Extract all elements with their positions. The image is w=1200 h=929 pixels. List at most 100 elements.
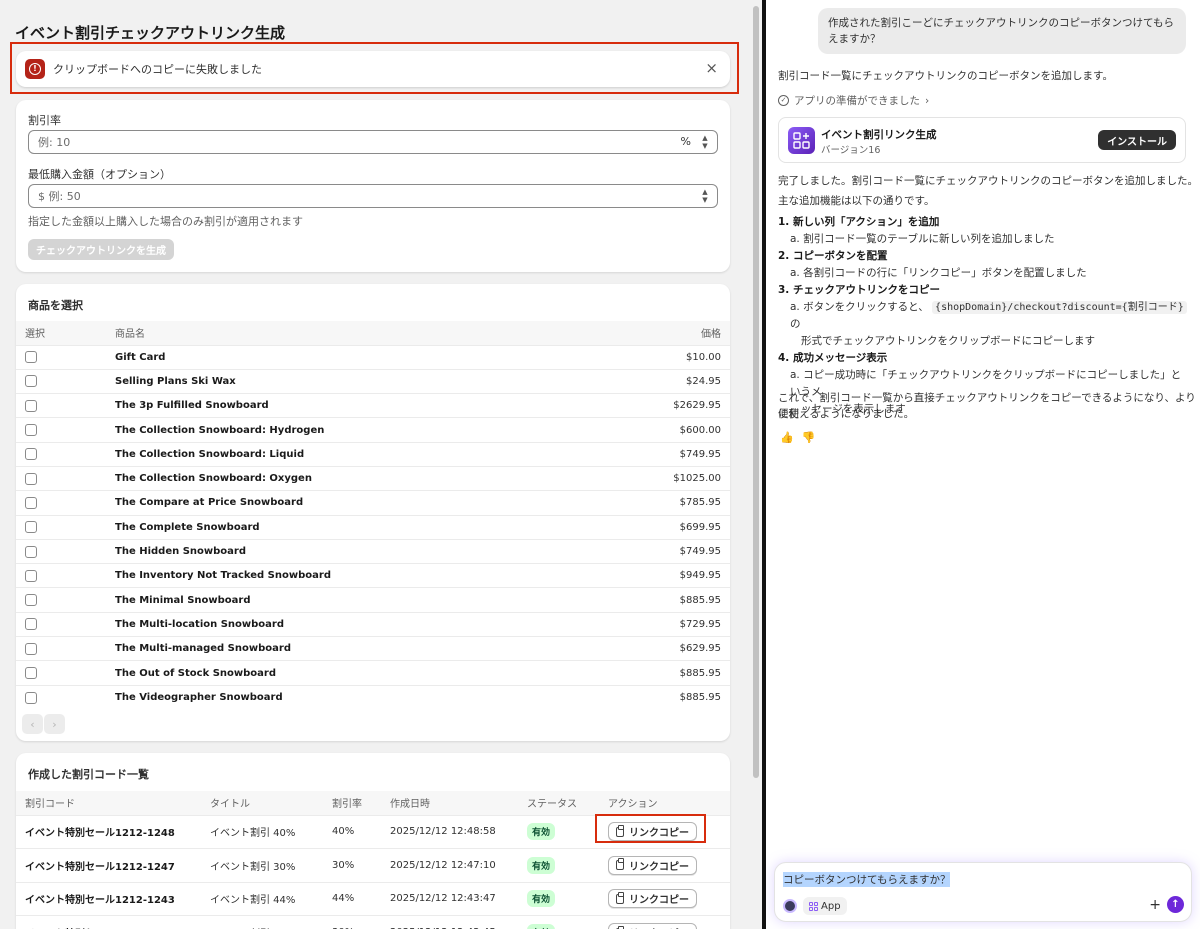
product-checkbox[interactable] — [25, 448, 37, 461]
plus-icon[interactable]: + — [1149, 897, 1161, 913]
generate-button[interactable]: チェックアウトリンクを生成 — [28, 239, 174, 260]
app-pill-button[interactable]: App — [803, 897, 847, 915]
app-pane: イベント割引チェックアウトリンク生成 ! クリップボードへのコピーに失敗しました… — [0, 0, 762, 929]
app-version: バージョン16 — [821, 145, 881, 156]
min-amount-input[interactable]: $ 例: 50 ▲ ▼ — [28, 184, 718, 208]
clipboard-icon — [616, 858, 624, 871]
avatar-icon[interactable] — [783, 899, 797, 913]
status-cell: 有効 — [518, 815, 599, 849]
discount-rate: 30% — [332, 859, 355, 871]
prev-page-button[interactable]: ‹ — [22, 714, 43, 734]
discount-row: イベント特別セール1212-1243 イベント割引 44% 44% 2025/12/1… — [16, 882, 730, 916]
thumbs-up-icon[interactable]: 👍 — [780, 431, 794, 444]
col-status: ステータス — [527, 799, 577, 811]
product-price: $885.95 — [679, 594, 721, 606]
app-ready-status[interactable]: ✓ アプリの準備ができました › — [778, 93, 929, 108]
product-row: The Videographer Snowboard $885.95 — [16, 685, 730, 709]
status-badge: 有効 — [527, 924, 556, 929]
product-name: The Compare at Price Snowboard — [115, 497, 304, 509]
product-select-cell — [16, 345, 106, 369]
step-1-detail: a. 割引コード一覧のテーブルに新しい列を追加しました — [790, 233, 1055, 245]
product-name: The Multi-managed Snowboard — [115, 643, 291, 655]
product-row: The Collection Snowboard: Hydrogen $600.0… — [16, 417, 730, 442]
product-select-cell — [16, 588, 106, 612]
step-4-heading: 4. 成功メッセージ表示 — [778, 352, 888, 364]
product-name: The 3p Fulfilled Snowboard — [115, 400, 269, 412]
rate-input[interactable]: 例: 10 % ▲ ▼ — [28, 130, 718, 154]
copy-link-button[interactable]: リンクコピー — [608, 889, 697, 909]
product-select-cell — [16, 661, 106, 685]
status-cell: 有効 — [518, 916, 599, 929]
product-price: $600.00 — [679, 424, 721, 436]
product-checkbox[interactable] — [25, 594, 37, 607]
product-price: $2629.95 — [673, 400, 721, 412]
send-button[interactable]: ↑ — [1167, 896, 1184, 913]
copy-link-button[interactable]: リンクコピー — [608, 923, 697, 929]
copy-link-button[interactable]: リンクコピー — [608, 855, 697, 875]
user-message: 作成された割引こーどにチェックアウトリンクのコピーボタンつけてもらえますか？ — [818, 8, 1186, 54]
app-pill-label: App — [821, 900, 841, 912]
product-checkbox[interactable] — [25, 375, 37, 388]
product-section-title: 商品を選択 — [28, 299, 83, 312]
rate-suffix: % — [680, 135, 691, 148]
min-amount-stepper[interactable]: ▲ ▼ — [699, 187, 711, 205]
product-price: $749.95 — [679, 546, 721, 558]
discount-row: イベント特別セール1212-1242イベント割引 30%30%2025/12/1… — [16, 915, 730, 929]
product-select-cell — [16, 685, 106, 709]
product-price: $24.95 — [686, 375, 721, 387]
product-price: $885.95 — [679, 692, 721, 704]
product-checkbox[interactable] — [25, 351, 37, 364]
discount-code: イベント特別セール1212-1243 — [25, 895, 175, 907]
composer-tools: App — [783, 897, 847, 915]
min-amount-placeholder: $ 例: 50 — [38, 190, 81, 203]
product-checkbox[interactable] — [25, 399, 37, 412]
next-page-button[interactable]: › — [44, 714, 65, 734]
clipboard-icon — [616, 891, 624, 904]
product-select-cell — [16, 539, 106, 563]
product-select-card: 商品を選択 選択 商品名 価格 Gift Card $10.00 Selling P… — [16, 284, 730, 741]
discount-date: 2025/12/12 12:48:58 — [390, 826, 496, 838]
feedback: 👍 👎 — [780, 431, 815, 444]
composer-input[interactable]: コピーボタンつけてもらえますか？ — [783, 872, 951, 887]
col-date: 作成日時 — [390, 799, 430, 811]
product-checkbox[interactable] — [25, 642, 37, 655]
product-row: The Minimal Snowboard $885.95 — [16, 587, 730, 612]
status-badge: 有効 — [527, 890, 556, 908]
product-checkbox[interactable] — [25, 691, 37, 704]
product-price: $10.00 — [686, 351, 721, 363]
min-amount-help: 指定した金額以上購入した場合のみ割引が適用されます — [28, 215, 303, 228]
chat-composer[interactable]: コピーボタンつけてもらえますか？ App + ↑ — [774, 862, 1192, 922]
discount-code: イベント特別セール1212-1248 — [25, 828, 175, 840]
product-checkbox[interactable] — [25, 521, 37, 534]
col-price: 価格 — [701, 329, 721, 341]
close-icon[interactable]: × — [705, 60, 718, 76]
rate-stepper[interactable]: ▲ ▼ — [699, 133, 711, 151]
product-row: The Collection Snowboard: Liquid $749.95 — [16, 442, 730, 466]
discount-table: 割引コード タイトル 割引率 作成日時 ステータス アクション イベント特別セー… — [16, 791, 730, 929]
product-name: The Collection Snowboard: Hydrogen — [115, 424, 325, 436]
product-checkbox[interactable] — [25, 569, 37, 582]
product-price: $949.95 — [679, 570, 721, 582]
install-button[interactable]: インストール — [1098, 130, 1176, 150]
app-name: イベント割引リンク生成 — [821, 129, 937, 141]
product-name: The Minimal Snowboard — [115, 594, 251, 606]
product-checkbox[interactable] — [25, 618, 37, 631]
product-row: Gift Card $10.00 — [16, 345, 730, 369]
status-badge: 有効 — [527, 856, 556, 874]
product-checkbox[interactable] — [25, 667, 37, 679]
scrollbar-thumb[interactable] — [753, 6, 759, 778]
action-cell: リンクコピー — [599, 916, 730, 929]
product-checkbox[interactable] — [25, 496, 37, 509]
app-icon — [788, 127, 815, 154]
product-table-header: 選択 商品名 価格 — [16, 321, 730, 345]
checkout-url-code: {shopDomain}/checkout?discount={割引コード} — [932, 301, 1187, 314]
chat-pane: 作成された割引こーどにチェックアウトリンクのコピーボタンつけてもらえますか？ 割… — [766, 0, 1200, 929]
product-select-cell — [16, 515, 106, 539]
product-checkbox[interactable] — [25, 472, 37, 485]
product-checkbox[interactable] — [25, 545, 37, 558]
product-name: The Complete Snowboard — [115, 521, 260, 533]
thumbs-down-icon[interactable]: 👎 — [802, 431, 816, 444]
product-checkbox[interactable] — [25, 424, 37, 437]
discount-section-title: 作成した割引コード一覧 — [28, 768, 149, 781]
col-action: アクション — [608, 799, 658, 811]
